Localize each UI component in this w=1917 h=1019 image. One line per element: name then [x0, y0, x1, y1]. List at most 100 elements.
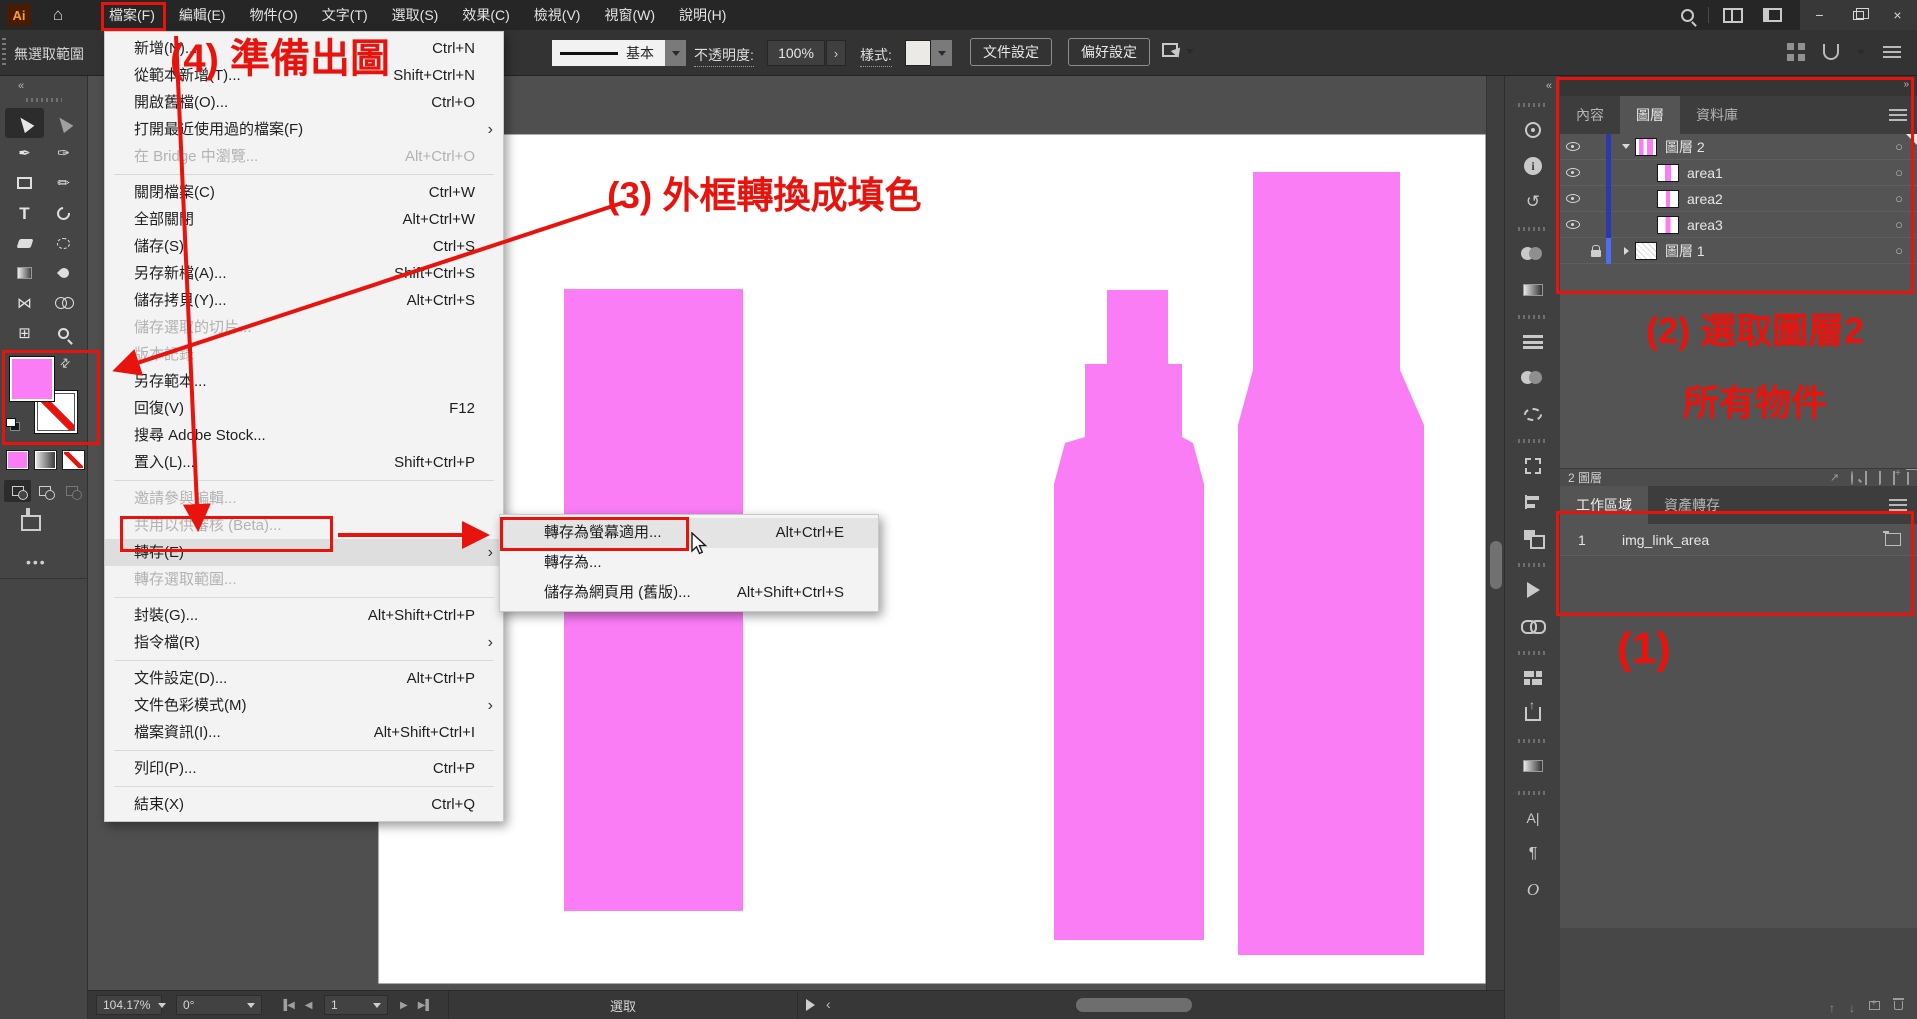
file-menu-item[interactable]: 共用以供審核 (Beta)...: [105, 512, 503, 539]
file-menu-item[interactable]: 儲存(S)Ctrl+S: [105, 233, 503, 260]
menubar-item-9[interactable]: 說明(H): [667, 0, 738, 30]
file-menu-item[interactable]: 文件色彩模式(M)›: [105, 692, 503, 719]
search-icon[interactable]: [1681, 9, 1694, 22]
graphic-style-swatch[interactable]: [905, 40, 931, 66]
file-menu-item[interactable]: 轉存(E)›: [105, 539, 503, 566]
arrange-chevron[interactable]: [1186, 49, 1194, 54]
preferences-button[interactable]: 偏好設定: [1068, 38, 1150, 66]
status-play-icon[interactable]: [806, 999, 815, 1011]
menubar-item-3[interactable]: 物件(O): [238, 0, 310, 30]
artboard-tab-資產轉存[interactable]: 資產轉存: [1648, 486, 1736, 524]
pathfinder-panel-icon[interactable]: [1513, 522, 1553, 554]
file-menu-item[interactable]: 儲存拷貝(Y)...Alt+Ctrl+S: [105, 287, 503, 314]
layers-tab-圖層[interactable]: 圖層: [1620, 96, 1680, 134]
color-panel-icon[interactable]: [1513, 238, 1553, 270]
file-menu-item[interactable]: 轉存選取範圍...: [105, 566, 503, 593]
snap-chevron[interactable]: [1857, 50, 1865, 55]
file-menu-item[interactable]: 另存新檔(A)...Shift+Ctrl+S: [105, 260, 503, 287]
color-button[interactable]: [6, 450, 29, 470]
workspace-switcher-icon[interactable]: [1723, 8, 1743, 23]
layer-row[interactable]: area3○: [1560, 212, 1917, 238]
file-menu-item[interactable]: 從範本新增(T)...Shift+Ctrl+N: [105, 62, 503, 89]
transparency-panel-icon[interactable]: [1513, 362, 1553, 394]
file-menu-item[interactable]: 開啟舊檔(O)...Ctrl+O: [105, 89, 503, 116]
paragraph-panel-icon[interactable]: ¶: [1513, 838, 1553, 870]
layer-thumbnail[interactable]: [1657, 164, 1679, 182]
layer-expand-toggle[interactable]: [1617, 144, 1635, 149]
shape-builder-tool[interactable]: [44, 288, 83, 318]
rotate-tool[interactable]: [44, 198, 83, 228]
panel-group-drag-handle[interactable]: [1518, 227, 1548, 231]
menubar-item-8[interactable]: 視窗(W): [592, 0, 667, 30]
zoom-tool[interactable]: [44, 318, 83, 348]
file-menu-item[interactable]: 打開最近使用過的檔案(F)›: [105, 116, 503, 143]
draw-behind-mode[interactable]: [31, 480, 58, 502]
layer-thumbnail[interactable]: [1657, 216, 1679, 234]
dashed-selection-panel-icon[interactable]: [1513, 398, 1553, 430]
menubar-item-6[interactable]: 效果(C): [450, 0, 521, 30]
eraser-tool[interactable]: [5, 228, 44, 258]
lock-toggle[interactable]: [1586, 245, 1606, 257]
menubar-item-1[interactable]: 檔案(F): [97, 0, 167, 30]
layer-row[interactable]: 圖層 1○: [1560, 238, 1917, 264]
next-artboard-icon[interactable]: ▶: [400, 1000, 408, 1011]
asset-export-panel-icon[interactable]: [1513, 698, 1553, 730]
file-menu-item[interactable]: 邀請參與編輯...: [105, 485, 503, 512]
align-panel-icon[interactable]: [1513, 486, 1553, 518]
file-menu-item[interactable]: 置入(L)...Shift+Ctrl+P: [105, 449, 503, 476]
none-button[interactable]: [62, 450, 85, 470]
new-layer-icon[interactable]: [1893, 472, 1895, 484]
artboard-nav-dropdown[interactable]: 1: [324, 995, 388, 1015]
export-submenu-item[interactable]: 儲存為網頁用 (舊版)...Alt+Shift+Ctrl+S: [500, 578, 878, 608]
style-chevron[interactable]: [931, 40, 952, 66]
new-sublayer-icon[interactable]: [1879, 472, 1881, 484]
layers-tab-資料庫[interactable]: 資料庫: [1680, 96, 1754, 134]
status-back-icon[interactable]: ‹: [826, 996, 831, 1012]
delete-icon[interactable]: [1907, 472, 1909, 484]
file-menu-item[interactable]: 新增(N)...Ctrl+N: [105, 35, 503, 62]
align-grid-icon[interactable]: [1787, 43, 1805, 61]
artboard-name[interactable]: img_link_area: [1604, 532, 1885, 548]
visibility-toggle[interactable]: [1560, 194, 1586, 203]
export-submenu-item[interactable]: 轉存為螢幕適用...Alt+Ctrl+E: [500, 518, 878, 548]
artboard-row[interactable]: 1img_link_area: [1560, 524, 1917, 556]
prev-artboard-icon[interactable]: ◀: [305, 1000, 313, 1011]
file-menu-item[interactable]: 搜尋 Adobe Stock...: [105, 422, 503, 449]
layer-row[interactable]: 圖層 2○: [1560, 134, 1917, 160]
file-menu-item[interactable]: 列印(P)...Ctrl+P: [105, 755, 503, 782]
panel-group-drag-handle[interactable]: [1518, 739, 1548, 743]
layer-target-circle[interactable]: ○: [1895, 217, 1903, 232]
history-panel-icon[interactable]: ↺: [1513, 186, 1553, 218]
layer-name[interactable]: area2: [1687, 191, 1895, 207]
gradient-panel-panel-icon[interactable]: [1513, 274, 1553, 306]
type-tool[interactable]: T: [5, 198, 44, 228]
layer-expand-toggle[interactable]: [1617, 247, 1635, 255]
fill-swatch[interactable]: [9, 356, 55, 402]
panel-group-drag-handle[interactable]: [1518, 563, 1548, 567]
rotation-dropdown[interactable]: 0°: [176, 995, 262, 1015]
layer-thumbnail[interactable]: [1657, 190, 1679, 208]
panel-group-drag-handle[interactable]: [1518, 315, 1548, 319]
artboard-panel-menu-icon[interactable]: [1889, 499, 1907, 511]
layer-name[interactable]: 圖層 2: [1665, 137, 1895, 157]
layer-target-circle[interactable]: ○: [1895, 139, 1903, 154]
vertical-scrollbar-thumb[interactable]: [1490, 541, 1502, 589]
panel-group-drag-handle[interactable]: [1518, 439, 1548, 443]
swap-fill-stroke-icon[interactable]: ⇄: [57, 354, 74, 371]
file-menu-item[interactable]: 指令檔(R)›: [105, 629, 503, 656]
zoom-level-dropdown[interactable]: 104.17%: [96, 995, 162, 1015]
layers-tab-內容[interactable]: 內容: [1560, 96, 1620, 134]
layer-row[interactable]: area2○: [1560, 186, 1917, 212]
restore-button[interactable]: [1839, 0, 1878, 30]
file-menu-item[interactable]: 版本記錄: [105, 341, 503, 368]
pen-tool[interactable]: ✒: [5, 138, 44, 168]
close-button[interactable]: ×: [1878, 0, 1917, 30]
opacity-field[interactable]: 100%: [767, 40, 825, 66]
illustrator-logo[interactable]: Ai: [7, 4, 31, 26]
layer-row[interactable]: area1○: [1560, 160, 1917, 186]
character-panel-icon[interactable]: A|: [1513, 802, 1553, 834]
new-artboard-icon[interactable]: [1869, 1001, 1880, 1010]
layer-name[interactable]: area1: [1687, 165, 1895, 181]
artboard-tab-工作區域[interactable]: 工作區域: [1560, 486, 1648, 524]
horizontal-scrollbar-thumb[interactable]: [1076, 998, 1192, 1012]
